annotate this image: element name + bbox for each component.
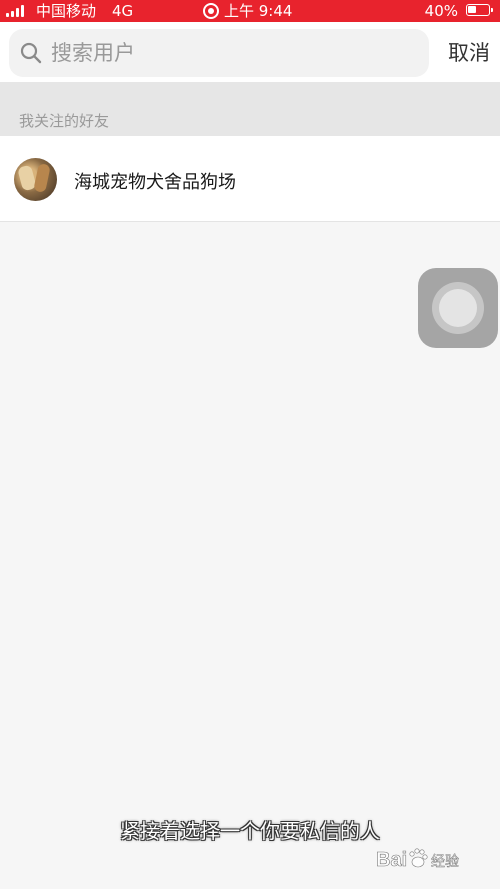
- cancel-button[interactable]: 取消: [448, 30, 490, 76]
- screen-recording-icon: [203, 3, 219, 19]
- status-bar: 中国移动 4G 上午 9:44 40%: [0, 0, 500, 22]
- contact-name: 海城宠物犬舍品狗场: [74, 172, 236, 193]
- search-icon: [20, 42, 42, 64]
- battery-icon: [466, 4, 493, 16]
- assistive-touch-button[interactable]: [418, 268, 498, 348]
- network-type: 4G: [112, 2, 134, 20]
- battery-percent: 40%: [424, 2, 458, 20]
- caption-text: 紧接着选择一个你要私信的人: [120, 819, 380, 843]
- section-header: 我关注的好友: [0, 82, 500, 136]
- carrier-name: 中国移动: [36, 2, 97, 20]
- svg-text:经验: 经验: [431, 853, 459, 869]
- avatar: [14, 158, 57, 201]
- baidu-jingyan-watermark-logo: Bai 经验: [376, 848, 459, 871]
- status-time: 上午 9:44: [224, 2, 293, 20]
- contact-row[interactable]: 海城宠物犬舍品狗场: [0, 136, 500, 222]
- signal-strength-icon: [6, 5, 28, 17]
- section-label-following: 我关注的好友: [19, 112, 110, 130]
- search-box[interactable]: [9, 29, 429, 77]
- svg-text:Bai: Bai: [376, 849, 407, 871]
- search-header: 取消: [0, 22, 500, 82]
- search-input[interactable]: [51, 29, 411, 77]
